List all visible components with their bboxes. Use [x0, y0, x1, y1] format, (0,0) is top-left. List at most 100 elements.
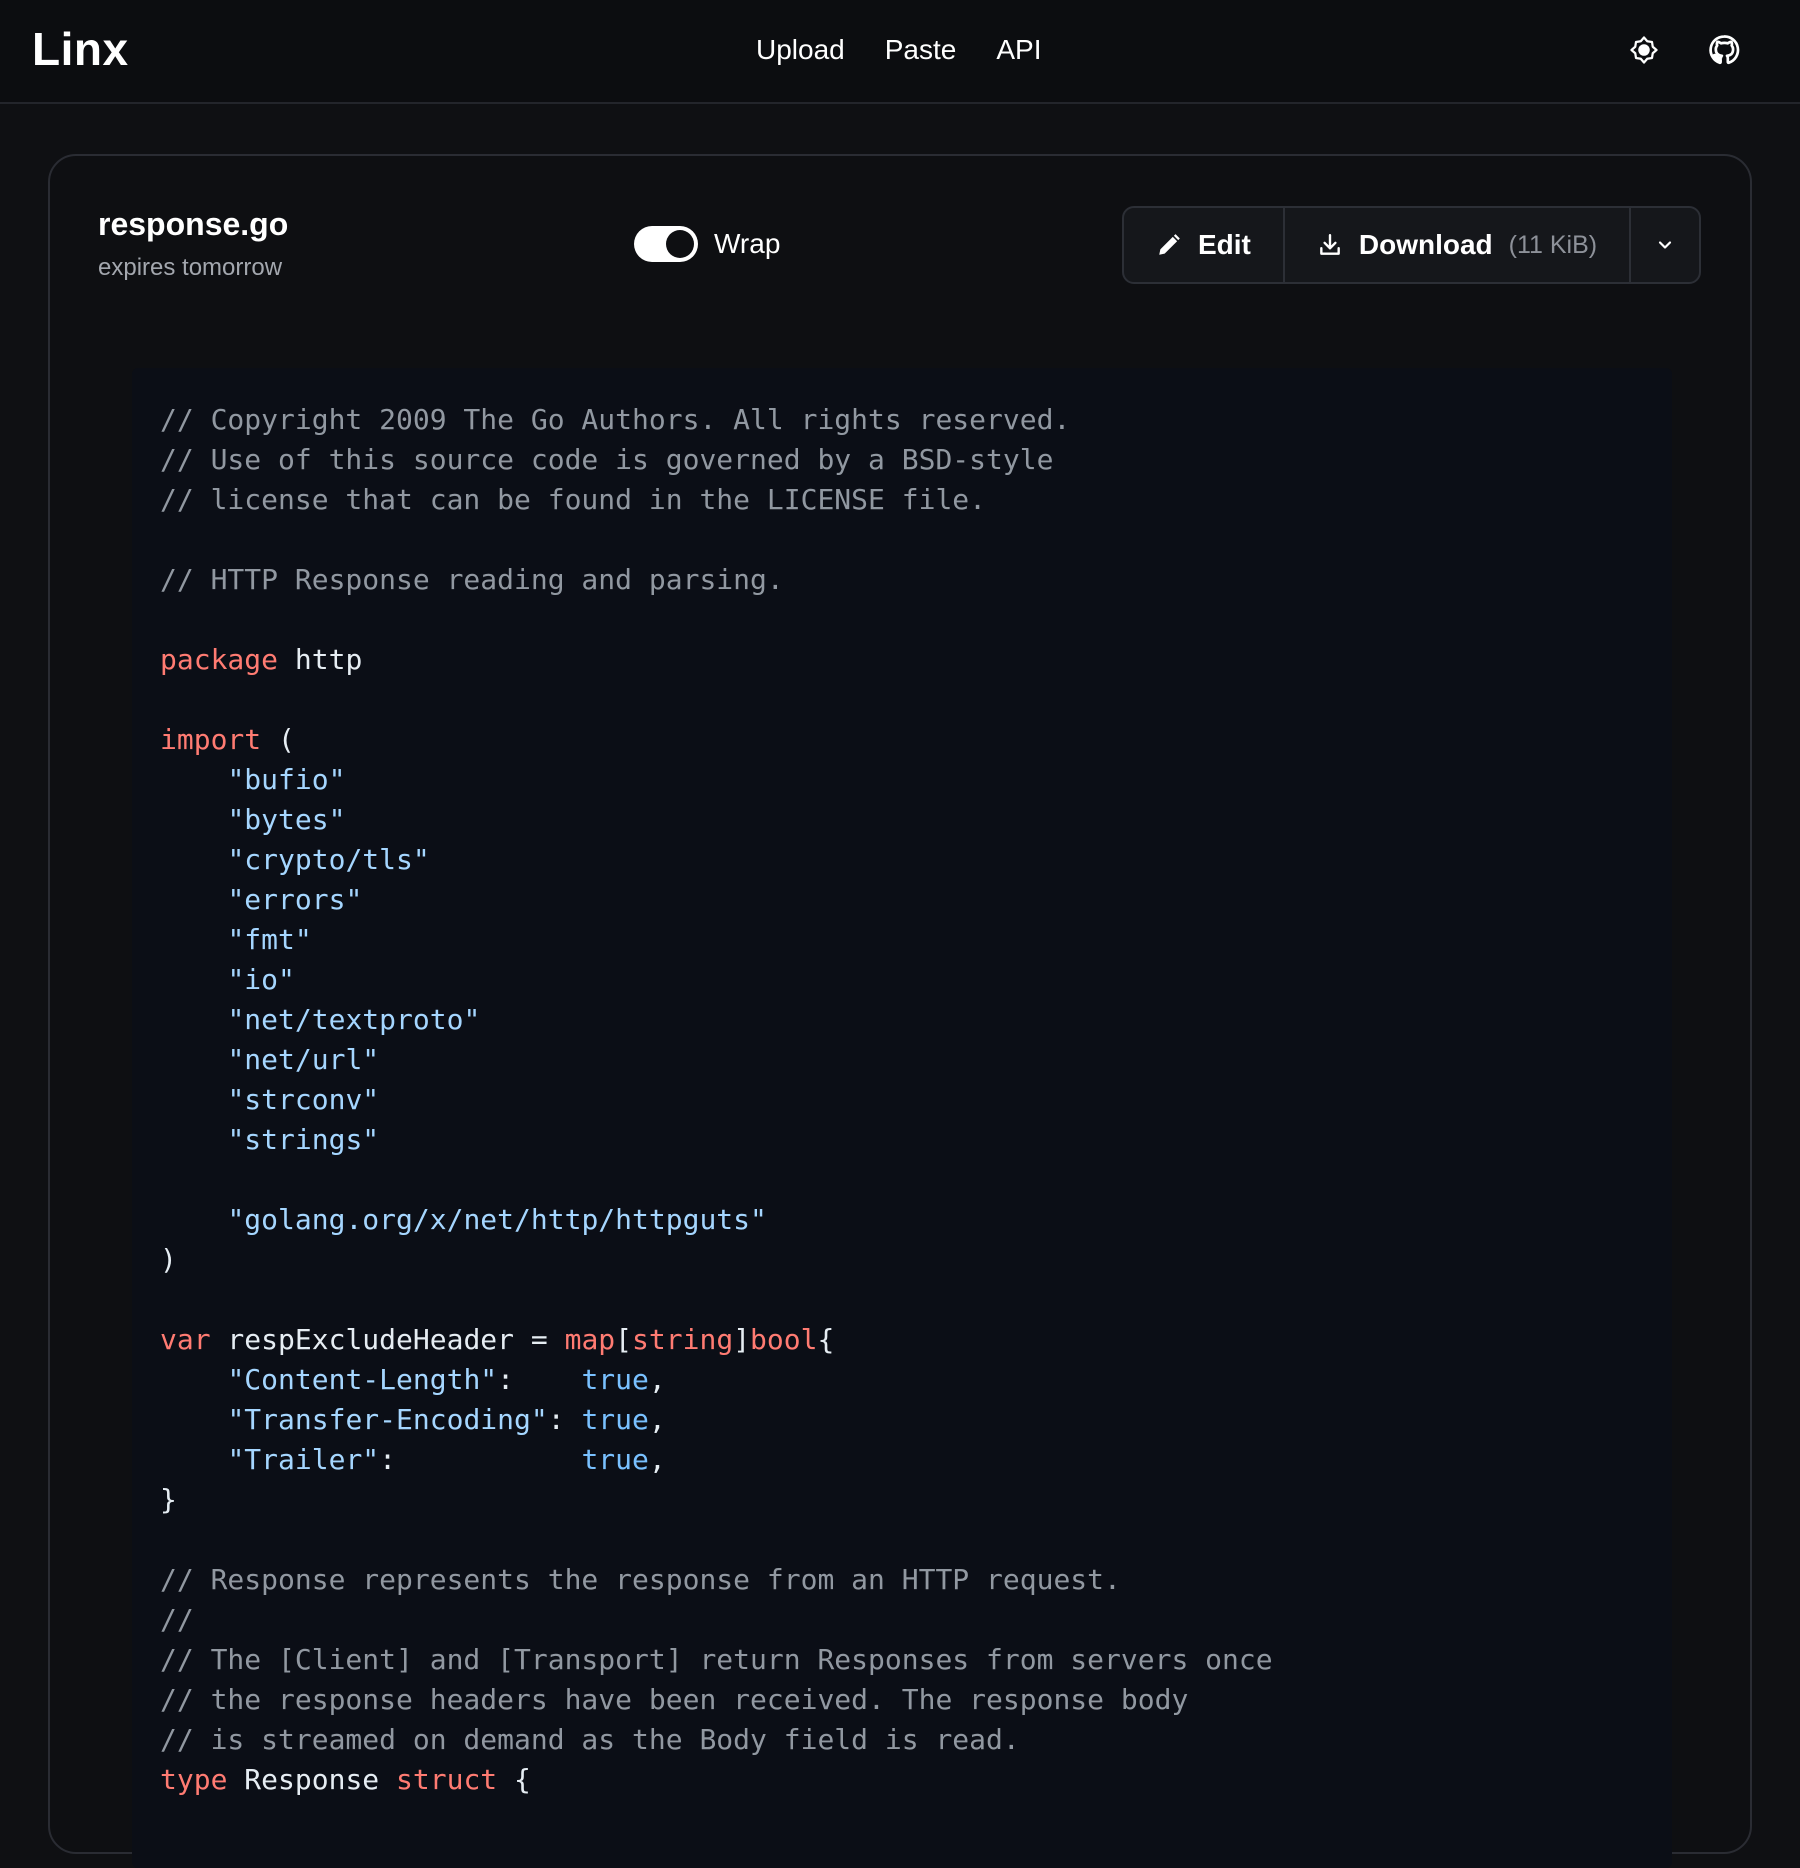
code-line: "Content-Length": true,	[160, 1360, 1672, 1400]
code-line: "strconv"	[160, 1080, 1672, 1120]
code-line: "Transfer-Encoding": true,	[160, 1400, 1672, 1440]
code-token: //	[160, 1603, 194, 1636]
code-line: // the response headers have been receiv…	[160, 1680, 1672, 1720]
code-line: // Use of this source code is governed b…	[160, 440, 1672, 480]
code-token: :	[547, 1403, 582, 1436]
download-icon	[1320, 234, 1340, 255]
code-line: // is streamed on demand as the Body fie…	[160, 1720, 1672, 1760]
top-navigation-bar: Linx Upload Paste API	[0, 0, 1800, 104]
code-line: "bufio"	[160, 760, 1672, 800]
code-line: "net/textproto"	[160, 1000, 1672, 1040]
code-token: "errors"	[227, 883, 363, 916]
code-token: "net/url"	[227, 1043, 380, 1076]
code-line: var respExcludeHeader = map[string]bool{	[160, 1320, 1672, 1360]
code-token: "golang.org/x/net/http/httpguts"	[227, 1203, 767, 1236]
code-viewer[interactable]: // Copyright 2009 The Go Authors. All ri…	[132, 368, 1672, 1868]
code-token: "strconv"	[227, 1083, 380, 1116]
code-token: package	[160, 643, 279, 676]
code-token: // the response headers have been receiv…	[160, 1683, 1189, 1716]
code-line: "bytes"	[160, 800, 1672, 840]
code-token: )	[160, 1243, 177, 1276]
code-token: (	[261, 723, 295, 756]
file-expiry: expires tomorrow	[98, 254, 283, 281]
code-line: "net/url"	[160, 1040, 1672, 1080]
download-label: Download	[1358, 229, 1493, 260]
nav-api-link[interactable]: API	[996, 34, 1041, 66]
code-token: map	[564, 1323, 616, 1356]
edit-button[interactable]: Edit	[1124, 208, 1283, 282]
site-logo[interactable]: Linx	[32, 22, 129, 76]
code-token: "bytes"	[227, 803, 346, 836]
code-token: "crypto/tls"	[227, 843, 430, 876]
code-token: {	[497, 1763, 531, 1796]
code-token: :	[497, 1363, 582, 1396]
code-token: ,	[648, 1363, 666, 1396]
code-line: "crypto/tls"	[160, 840, 1672, 880]
nav-upload-link[interactable]: Upload	[756, 34, 845, 66]
code-token: bool	[750, 1323, 818, 1356]
wrap-toggle[interactable]: Wrap	[634, 226, 780, 262]
code-token: import	[160, 723, 262, 756]
chevron-down-icon	[1659, 241, 1672, 249]
code-token: Response	[227, 1763, 397, 1796]
github-icon[interactable]	[1706, 32, 1742, 68]
code-token: // Response represents the response from…	[160, 1563, 1121, 1596]
file-card: response.go expires tomorrow Wrap Edit D…	[48, 154, 1752, 1868]
code-token: http	[278, 643, 363, 676]
code-token: true	[581, 1403, 649, 1436]
code-token: "io"	[227, 963, 295, 996]
code-token: }	[160, 1483, 177, 1516]
switch-knob	[666, 230, 694, 258]
file-actions: Edit Download (11 KiB)	[1122, 206, 1702, 284]
main-nav: Upload Paste API	[756, 34, 1041, 66]
code-line: type Response struct {	[160, 1760, 1672, 1800]
code-token: "bufio"	[227, 763, 346, 796]
code-token: // Use of this source code is governed b…	[160, 443, 1054, 476]
code-token: var	[160, 1323, 211, 1356]
code-line: package http	[160, 640, 1672, 680]
code-token: [	[615, 1323, 633, 1356]
wrap-label: Wrap	[714, 228, 781, 259]
code-token: "strings"	[227, 1123, 380, 1156]
code-line: //	[160, 1600, 1672, 1640]
code-line: )	[160, 1240, 1672, 1280]
code-token: struct	[396, 1763, 498, 1796]
code-line: "io"	[160, 960, 1672, 1000]
code-token: ]	[733, 1323, 751, 1356]
code-token: respExcludeHeader =	[210, 1323, 565, 1356]
code-line: // Copyright 2009 The Go Authors. All ri…	[160, 400, 1672, 440]
file-name: response.go	[98, 206, 289, 242]
code-token: {	[817, 1323, 835, 1356]
code-line: "golang.org/x/net/http/httpguts"	[160, 1200, 1672, 1240]
theme-toggle-icon[interactable]	[1626, 32, 1662, 68]
code-line: "errors"	[160, 880, 1672, 920]
code-token: "Content-Length"	[227, 1363, 498, 1396]
wrap-switch[interactable]	[634, 226, 698, 262]
code-token: :	[379, 1443, 582, 1476]
download-button[interactable]: Download (11 KiB)	[1282, 208, 1629, 282]
code-token: // HTTP Response reading and parsing.	[160, 563, 784, 596]
code-line: // HTTP Response reading and parsing.	[160, 560, 1672, 600]
nav-paste-link[interactable]: Paste	[885, 34, 957, 66]
code-token: type	[160, 1763, 228, 1796]
code-token: "Transfer-Encoding"	[227, 1403, 548, 1436]
code-token: "net/textproto"	[227, 1003, 481, 1036]
code-token: ,	[648, 1403, 666, 1436]
code-token: // license that can be found in the LICE…	[160, 483, 987, 516]
more-actions-dropdown[interactable]	[1629, 208, 1699, 282]
code-token: "Trailer"	[227, 1443, 380, 1476]
